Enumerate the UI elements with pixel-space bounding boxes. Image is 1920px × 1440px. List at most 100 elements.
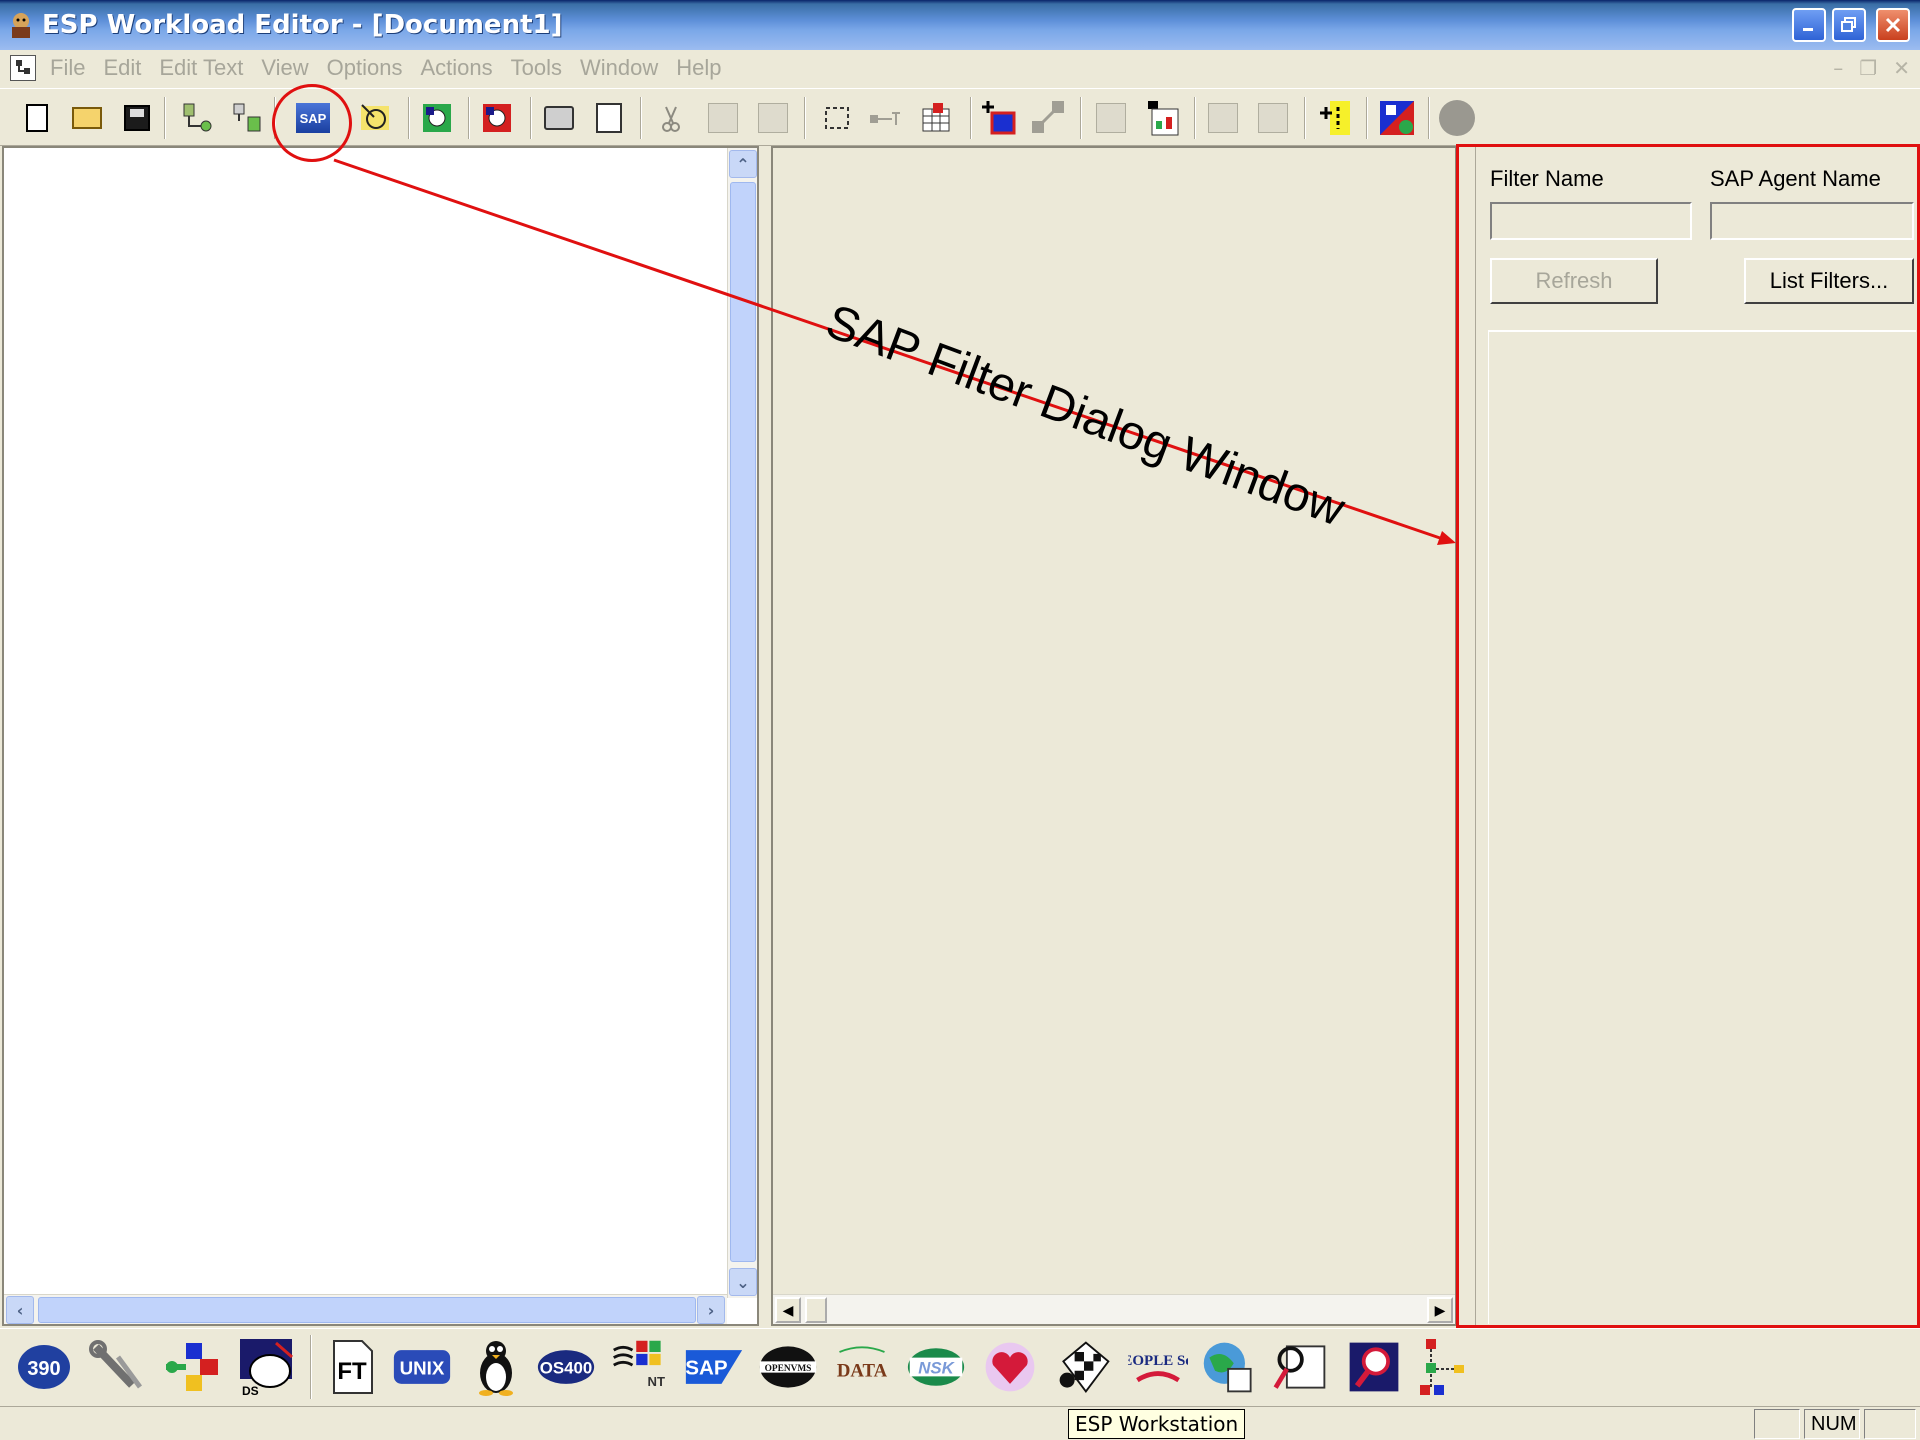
highlight-icon[interactable]: [1316, 99, 1354, 137]
search-agent-icon[interactable]: [1270, 1337, 1330, 1397]
shapes-icon[interactable]: [1378, 99, 1416, 137]
menu-window[interactable]: Window: [580, 55, 658, 81]
application-window: ESP Workload Editor - [Document1] File E…: [0, 0, 1920, 1440]
menu-file[interactable]: File: [50, 55, 85, 81]
app-icon[interactable]: [6, 10, 36, 40]
data-agent-icon[interactable]: DATA: [832, 1337, 892, 1397]
list-filters-button[interactable]: List Filters...: [1744, 258, 1914, 304]
checkered-flag-agent-icon[interactable]: [1054, 1337, 1114, 1397]
copy-icon[interactable]: [704, 99, 742, 137]
list-down-icon[interactable]: [1204, 99, 1242, 137]
scroll-up-icon[interactable]: ⌃: [729, 150, 757, 178]
toolbar-separator: [468, 97, 470, 139]
scroll-left-icon[interactable]: ‹: [6, 1296, 34, 1324]
nt-agent-icon[interactable]: NT: [610, 1337, 670, 1397]
sap-agent-name-field[interactable]: [1710, 202, 1914, 240]
graph-scroll-thumb[interactable]: [805, 1297, 827, 1323]
status-cell-empty: [1754, 1409, 1800, 1439]
tools-agent-icon[interactable]: [88, 1337, 148, 1397]
layout-icon[interactable]: [1092, 99, 1130, 137]
new-document-icon[interactable]: [18, 99, 56, 137]
ft-agent-icon[interactable]: FT: [322, 1337, 382, 1397]
horizontal-scrollbar[interactable]: ‹ ›: [4, 1294, 727, 1324]
select-all-icon[interactable]: [818, 99, 856, 137]
list-up-icon[interactable]: [1254, 99, 1292, 137]
unix-agent-icon[interactable]: UNIX: [392, 1337, 452, 1397]
agent-separator: [310, 1335, 312, 1399]
stop-icon[interactable]: [1438, 99, 1476, 137]
connect-icon[interactable]: [178, 99, 216, 137]
os390-agent-icon[interactable]: 390: [14, 1337, 74, 1397]
refresh-button[interactable]: Refresh: [1490, 258, 1658, 304]
filter-name-field[interactable]: [1490, 202, 1692, 240]
heart-agent-icon[interactable]: [980, 1337, 1040, 1397]
sap-agent-label: SAP: [685, 1357, 728, 1380]
menu-help[interactable]: Help: [676, 55, 721, 81]
cut-icon[interactable]: [652, 99, 690, 137]
title-bar: ESP Workload Editor - [Document1]: [0, 0, 1920, 50]
horizontal-scroll-thumb[interactable]: [38, 1297, 696, 1323]
disconnect-icon[interactable]: [228, 99, 266, 137]
restore-button[interactable]: [1832, 8, 1866, 42]
nsk-agent-icon[interactable]: NSK: [906, 1337, 966, 1397]
pane-splitter[interactable]: [1458, 146, 1476, 1326]
scroll-down-icon[interactable]: ⌄: [729, 1268, 757, 1296]
grid-icon[interactable]: [918, 99, 956, 137]
link-agent-icon[interactable]: [162, 1337, 222, 1397]
close-button[interactable]: [1876, 8, 1910, 42]
os400-agent-icon[interactable]: OS400: [536, 1337, 596, 1397]
filter-name-label: Filter Name: [1490, 166, 1604, 191]
toolbar-separator: [1304, 97, 1306, 139]
text-editor-pane[interactable]: ⌃ ⌄ ‹ ›: [2, 146, 759, 1326]
toolbar-separator: [164, 97, 166, 139]
filter-list-area[interactable]: [1488, 330, 1916, 1324]
open-folder-icon[interactable]: [68, 99, 106, 137]
menu-edit-text[interactable]: Edit Text: [159, 55, 243, 81]
minimize-button[interactable]: [1792, 8, 1826, 42]
green-trigger-icon[interactable]: [418, 99, 456, 137]
link-icon[interactable]: [866, 99, 904, 137]
globe-agent-icon[interactable]: [1200, 1337, 1260, 1397]
vertical-scrollbar[interactable]: ⌃ ⌄: [727, 148, 757, 1298]
menu-bar: File Edit Edit Text View Options Actions…: [0, 50, 1920, 86]
linux-agent-icon[interactable]: [466, 1337, 526, 1397]
graph-scroll-right-icon[interactable]: ▶: [1427, 1297, 1453, 1323]
mdi-close-icon[interactable]: ✕: [1893, 56, 1910, 80]
graph-horizontal-scrollbar[interactable]: ◀ ▶: [773, 1294, 1455, 1324]
menu-options[interactable]: Options: [327, 55, 403, 81]
openvms-agent-icon[interactable]: OPENVMS: [758, 1337, 818, 1397]
toolbar-separator: [970, 97, 972, 139]
workflow-agent-icon[interactable]: [1414, 1337, 1474, 1397]
print-icon[interactable]: [540, 99, 578, 137]
sap-filter-icon[interactable]: SAP: [294, 99, 332, 137]
scroll-right-icon[interactable]: ›: [697, 1296, 725, 1324]
mdi-minimize-icon[interactable]: –: [1833, 56, 1843, 80]
num-lock-indicator: NUM: [1804, 1409, 1860, 1439]
peoplesoft-agent-icon[interactable]: PEOPLE Soft: [1128, 1337, 1188, 1397]
menu-view[interactable]: View: [261, 55, 308, 81]
menu-tools[interactable]: Tools: [511, 55, 562, 81]
toolbar-separator: [1080, 97, 1082, 139]
data-agent-label: DATA: [837, 1360, 888, 1381]
ds-agent-icon[interactable]: DS: [236, 1337, 296, 1397]
print-preview-icon[interactable]: [590, 99, 628, 137]
menu-actions[interactable]: Actions: [420, 55, 492, 81]
red-trigger-icon[interactable]: [478, 99, 516, 137]
document-menu-icon[interactable]: [10, 55, 36, 81]
toolbar-separator: [408, 97, 410, 139]
mdi-restore-icon[interactable]: ❐: [1859, 56, 1877, 80]
paste-icon[interactable]: [754, 99, 792, 137]
connect-jobs-icon[interactable]: [1030, 99, 1068, 137]
add-job-icon[interactable]: [980, 99, 1018, 137]
event-icon[interactable]: [356, 99, 394, 137]
toolbar-separator: [1366, 97, 1368, 139]
save-disk-icon[interactable]: [118, 99, 156, 137]
graph-scroll-left-icon[interactable]: ◀: [775, 1297, 801, 1323]
menu-edit[interactable]: Edit: [103, 55, 141, 81]
sap-filter-panel: Filter Name SAP Agent Name Refresh List …: [1478, 146, 1918, 1326]
magnifier-agent-icon[interactable]: [1344, 1337, 1404, 1397]
vertical-scroll-thumb[interactable]: [730, 182, 756, 1262]
tree-icon[interactable]: [1144, 99, 1182, 137]
sap-agent-icon[interactable]: SAP: [684, 1337, 744, 1397]
sap-filter-icon-label: SAP: [296, 103, 330, 133]
